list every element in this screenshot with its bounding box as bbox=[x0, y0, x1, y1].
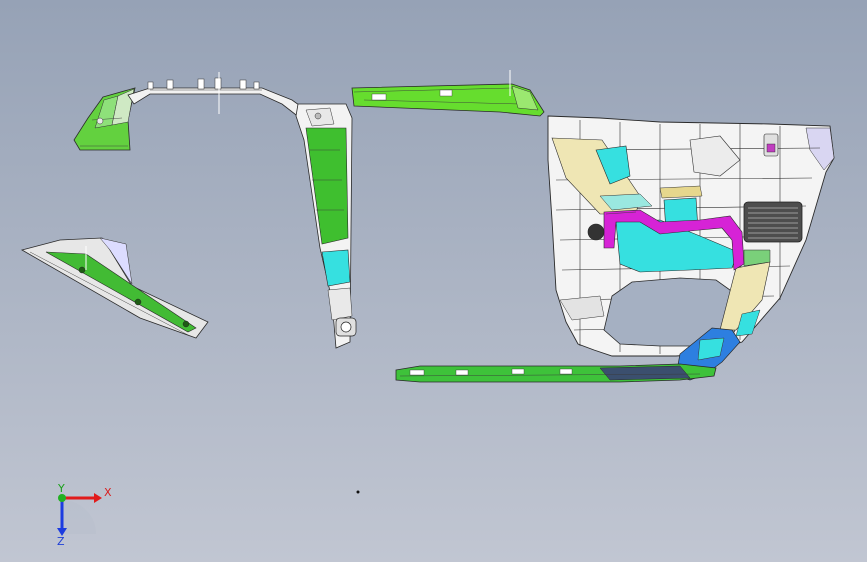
triad-y-label: Y bbox=[57, 482, 65, 495]
orientation-triad: X Z Y bbox=[57, 482, 112, 548]
a-pillar-lower-trim[interactable] bbox=[20, 237, 209, 339]
triad-x-label: X bbox=[104, 486, 112, 499]
b-pillar-trim[interactable] bbox=[295, 103, 357, 349]
speaker-grille[interactable] bbox=[743, 201, 803, 243]
a-pillar-upper-trim[interactable] bbox=[73, 87, 136, 151]
model-canvas[interactable]: X Z Y bbox=[0, 0, 867, 562]
cad-viewport[interactable]: X Z Y bbox=[0, 0, 867, 562]
roof-rail-trim[interactable] bbox=[127, 72, 307, 119]
triad-z-label: Z bbox=[57, 535, 65, 548]
rocker-sill-trim[interactable] bbox=[395, 363, 717, 383]
roof-rail-green-trim[interactable] bbox=[351, 70, 545, 117]
stray-point bbox=[356, 490, 360, 494]
